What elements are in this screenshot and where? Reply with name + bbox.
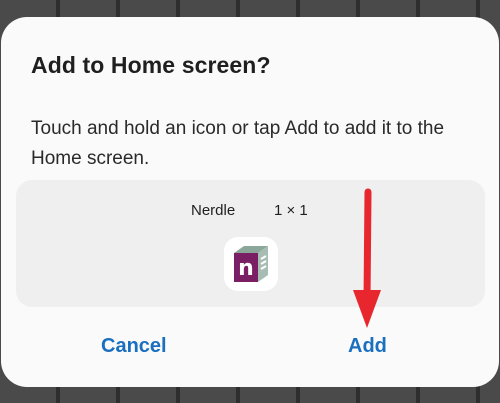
dialog-message: Touch and hold an icon or tap Add to add… [31, 118, 445, 169]
dialog-title: Add to Home screen? [31, 52, 271, 78]
widget-name: Nerdle [191, 202, 236, 219]
red-arrow-icon [353, 188, 381, 328]
nerdle-cube-icon: n [234, 246, 268, 282]
nerdle-app-icon[interactable]: n [224, 237, 278, 291]
widget-size: 1 × 1 [274, 202, 308, 219]
icon-letter: n [238, 256, 254, 281]
widget-preview-card: Nerdle 1 × 1 n [16, 180, 485, 307]
add-to-home-screen-dialog: Add to Home screen? Touch and hold an ic… [1, 17, 499, 387]
cancel-button[interactable]: Cancel [101, 335, 167, 358]
add-button[interactable]: Add [348, 335, 387, 358]
